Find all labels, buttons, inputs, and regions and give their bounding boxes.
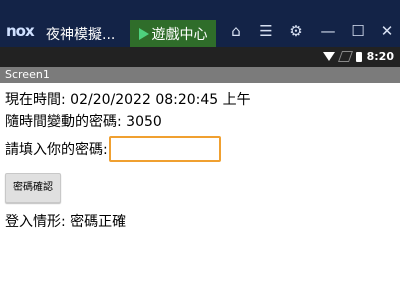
signal-icon [337, 51, 353, 62]
app-title-bar: Screen1 [0, 67, 400, 83]
login-status-label: 登入情形: [5, 214, 66, 230]
maximize-icon[interactable]: ☐ [348, 22, 368, 40]
status-time: 8:20 [366, 50, 394, 63]
dynamic-password-label: 隨時間變動的密碼: [5, 114, 122, 130]
close-icon[interactable]: ✕ [377, 22, 397, 40]
dynamic-password-value: 3050 [126, 114, 162, 130]
tab-game-center[interactable]: 遊戲中心 [130, 20, 216, 47]
battery-icon [355, 51, 362, 62]
current-time-row: 現在時間: 02/20/2022 08:20:45 上午 [5, 89, 395, 111]
enter-password-label: 請填入你的密碼: [5, 142, 108, 158]
confirm-password-button[interactable]: 密碼確認 [5, 173, 61, 203]
play-icon [138, 27, 149, 40]
minimize-icon[interactable]: — [318, 22, 338, 40]
main-content: 現在時間: 02/20/2022 08:20:45 上午 隨時間變動的密碼: 3… [5, 89, 395, 233]
wifi-icon [322, 52, 335, 61]
dynamic-password-row: 隨時間變動的密碼: 3050 [5, 111, 395, 133]
current-time-value: 02/20/2022 08:20:45 上午 [70, 92, 251, 108]
settings-icon[interactable]: ⚙ [286, 22, 306, 40]
nox-logo: nox [6, 22, 35, 40]
password-input[interactable] [108, 136, 221, 162]
login-status-value: 密碼正確 [70, 214, 127, 230]
screen-title: Screen1 [5, 68, 50, 81]
status-bar: 8:20 [0, 47, 400, 67]
emulator-title-bar: nox 夜神模擬... 遊戲中心 ⌂ ☰ ⚙ — ☐ ✕ [0, 0, 400, 47]
current-time-label: 現在時間: [5, 92, 66, 108]
login-status-row: 登入情形: 密碼正確 [5, 211, 395, 233]
password-entry-row: 請填入你的密碼: [5, 133, 395, 165]
android-screen: 8:20 Screen1 現在時間: 02/20/2022 08:20:45 上… [0, 47, 400, 300]
window-title[interactable]: 夜神模擬... [46, 24, 115, 44]
tab-game-center-label: 遊戲中心 [151, 26, 208, 43]
menu-icon[interactable]: ☰ [256, 22, 276, 40]
home-icon[interactable]: ⌂ [226, 22, 246, 40]
